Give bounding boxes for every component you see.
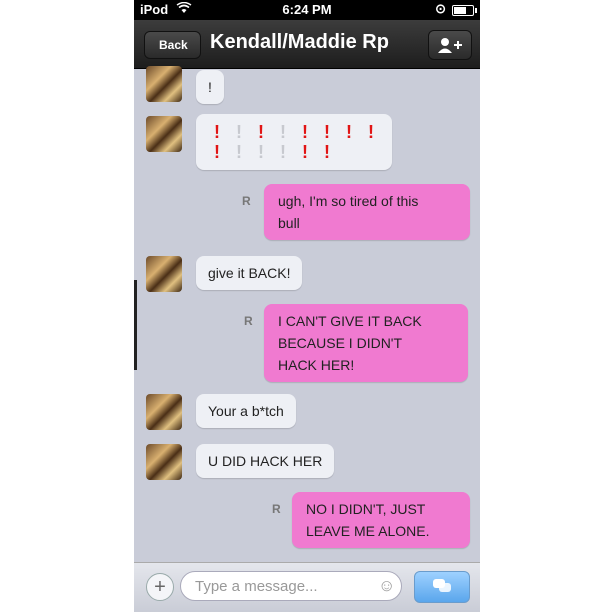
- message-text: BECAUSE I DIDN'T: [278, 335, 403, 351]
- phone-screen: iPod 6:24 PM ⊙ Back Kendall/Maddie Rp ! …: [134, 0, 480, 612]
- conversation-title: Kendall/Maddie Rp: [210, 31, 389, 53]
- red-exclamation-icon: !: [324, 142, 330, 162]
- message-text: LEAVE ME ALONE.: [306, 523, 430, 539]
- red-exclamation-icon: !: [214, 142, 220, 162]
- red-exclamation-icon: !: [302, 142, 308, 162]
- message-bubble-outgoing: NO I DIDN'T, JUST LEAVE ME ALONE.: [292, 492, 470, 548]
- read-receipt-icon: R: [244, 314, 253, 328]
- navigation-bar: Back Kendall/Maddie Rp: [134, 20, 480, 69]
- add-user-button[interactable]: [428, 30, 472, 60]
- back-button[interactable]: Back: [144, 31, 201, 59]
- red-exclamation-icon: !: [368, 122, 374, 142]
- gray-exclamation-icon: !: [280, 142, 286, 162]
- smiley-icon[interactable]: ☺: [378, 576, 395, 596]
- message-text: ugh, I'm so tired of this: [278, 193, 419, 209]
- avatar[interactable]: [146, 444, 182, 480]
- message-text: Your a b*tch: [208, 403, 284, 419]
- message-text: HACK HER!: [278, 357, 355, 373]
- avatar[interactable]: [146, 66, 182, 102]
- avatar[interactable]: [146, 394, 182, 430]
- red-exclamation-icon: !: [302, 122, 308, 142]
- read-receipt-icon: R: [272, 502, 281, 516]
- red-exclamation-icon: !: [214, 122, 220, 142]
- message-text: U DID HACK HER: [208, 453, 323, 469]
- message-bubble-emoji: ! ! ! ! ! ! ! ! ! ! ! ! ! !: [196, 114, 392, 170]
- red-exclamation-icon: !: [258, 122, 264, 142]
- orientation-lock-icon: ⊙: [435, 1, 446, 16]
- gray-exclamation-icon: !: [258, 142, 264, 162]
- message-bubble-incoming: !: [196, 70, 224, 104]
- message-input[interactable]: [180, 571, 402, 601]
- message-text: give it BACK!: [208, 265, 291, 281]
- message-text: I CAN'T GIVE IT BACK: [278, 313, 422, 329]
- battery-icon: [452, 5, 477, 16]
- message-input-bar: + ☺: [134, 562, 480, 612]
- message-text: bull: [278, 215, 300, 231]
- red-exclamation-icon: !: [324, 122, 330, 142]
- gray-exclamation-icon: !: [280, 122, 286, 142]
- send-button[interactable]: [414, 571, 470, 603]
- red-exclamation-icon: !: [346, 122, 352, 142]
- exclamation-emoji-grid: ! ! ! ! ! ! ! ! ! ! ! ! ! !: [206, 122, 382, 162]
- device-edge: [134, 280, 137, 370]
- status-time: 6:24 PM: [282, 2, 332, 17]
- gray-exclamation-icon: !: [236, 142, 242, 162]
- message-text: NO I DIDN'T, JUST: [306, 501, 426, 517]
- message-bubble-outgoing: I CAN'T GIVE IT BACK BECAUSE I DIDN'T HA…: [264, 304, 468, 382]
- message-text: !: [208, 79, 212, 95]
- message-bubble-outgoing: ugh, I'm so tired of this bull: [264, 184, 470, 240]
- avatar[interactable]: [146, 116, 182, 152]
- gray-exclamation-icon: !: [236, 122, 242, 142]
- message-bubble-incoming: U DID HACK HER: [196, 444, 335, 478]
- status-bar: iPod 6:24 PM ⊙: [134, 0, 480, 20]
- message-bubble-incoming: give it BACK!: [196, 256, 303, 290]
- add-attachment-button[interactable]: +: [146, 573, 174, 601]
- avatar[interactable]: [146, 256, 182, 292]
- read-receipt-icon: R: [242, 194, 251, 208]
- message-bubble-incoming: Your a b*tch: [196, 394, 296, 428]
